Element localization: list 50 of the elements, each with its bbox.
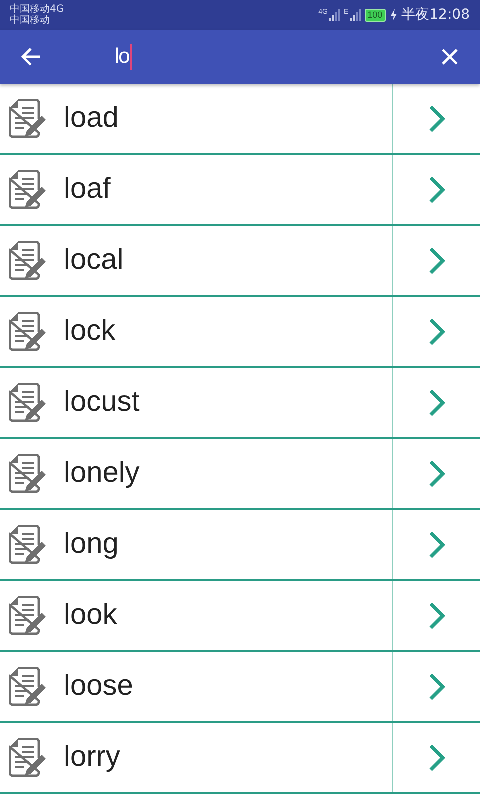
signal-icon <box>350 9 361 21</box>
word-label: loaf <box>64 173 111 206</box>
chevron-right-icon <box>428 104 446 132</box>
close-icon <box>441 48 459 66</box>
carrier-label: 中国移动 <box>10 15 51 26</box>
result-row[interactable]: lock <box>0 297 480 368</box>
note-pencil-icon <box>9 524 47 564</box>
battery-indicator: 100 <box>364 8 386 22</box>
word-label: locust <box>64 386 140 419</box>
carrier-label: 中国移动4G <box>10 4 64 15</box>
chevron-right-icon <box>428 318 446 346</box>
word-label: look <box>64 599 118 632</box>
clock: 半夜12:08 <box>402 6 470 24</box>
chevron-right-icon <box>428 460 446 488</box>
result-row[interactable]: lorry <box>0 723 480 794</box>
result-row[interactable]: lonely <box>0 439 480 510</box>
note-pencil-icon <box>9 170 47 210</box>
result-row[interactable]: locust <box>0 368 480 439</box>
word-label: lock <box>64 315 116 348</box>
chevron-right-icon <box>428 602 446 630</box>
note-pencil-icon <box>9 98 47 138</box>
result-row[interactable]: long <box>0 510 480 581</box>
word-label: long <box>64 528 119 561</box>
word-label: lorry <box>64 741 120 774</box>
word-label: local <box>64 244 124 277</box>
result-row[interactable]: look <box>0 581 480 652</box>
result-row[interactable]: local <box>0 226 480 297</box>
result-row[interactable]: load <box>0 84 480 155</box>
note-pencil-icon <box>9 382 47 422</box>
chevron-right-icon <box>428 388 446 416</box>
result-row[interactable]: loose <box>0 652 480 723</box>
note-pencil-icon <box>9 666 47 706</box>
back-arrow-icon <box>21 47 41 67</box>
chevron-right-icon <box>428 530 446 558</box>
word-label: load <box>64 102 119 135</box>
word-label: loose <box>64 670 134 703</box>
note-pencil-icon <box>9 312 47 352</box>
note-pencil-icon <box>9 596 47 636</box>
word-label: lonely <box>64 457 140 490</box>
result-row[interactable]: loaf <box>0 155 480 226</box>
chevron-right-icon <box>428 672 446 700</box>
note-pencil-icon <box>9 738 47 778</box>
note-pencil-icon <box>9 240 47 280</box>
charging-icon <box>390 9 398 21</box>
chevron-right-icon <box>428 744 446 772</box>
chevron-right-icon <box>428 176 446 204</box>
chevron-right-icon <box>428 246 446 274</box>
note-pencil-icon <box>9 454 47 494</box>
signal-icon <box>328 9 340 21</box>
search-field[interactable]: lo <box>115 42 420 72</box>
